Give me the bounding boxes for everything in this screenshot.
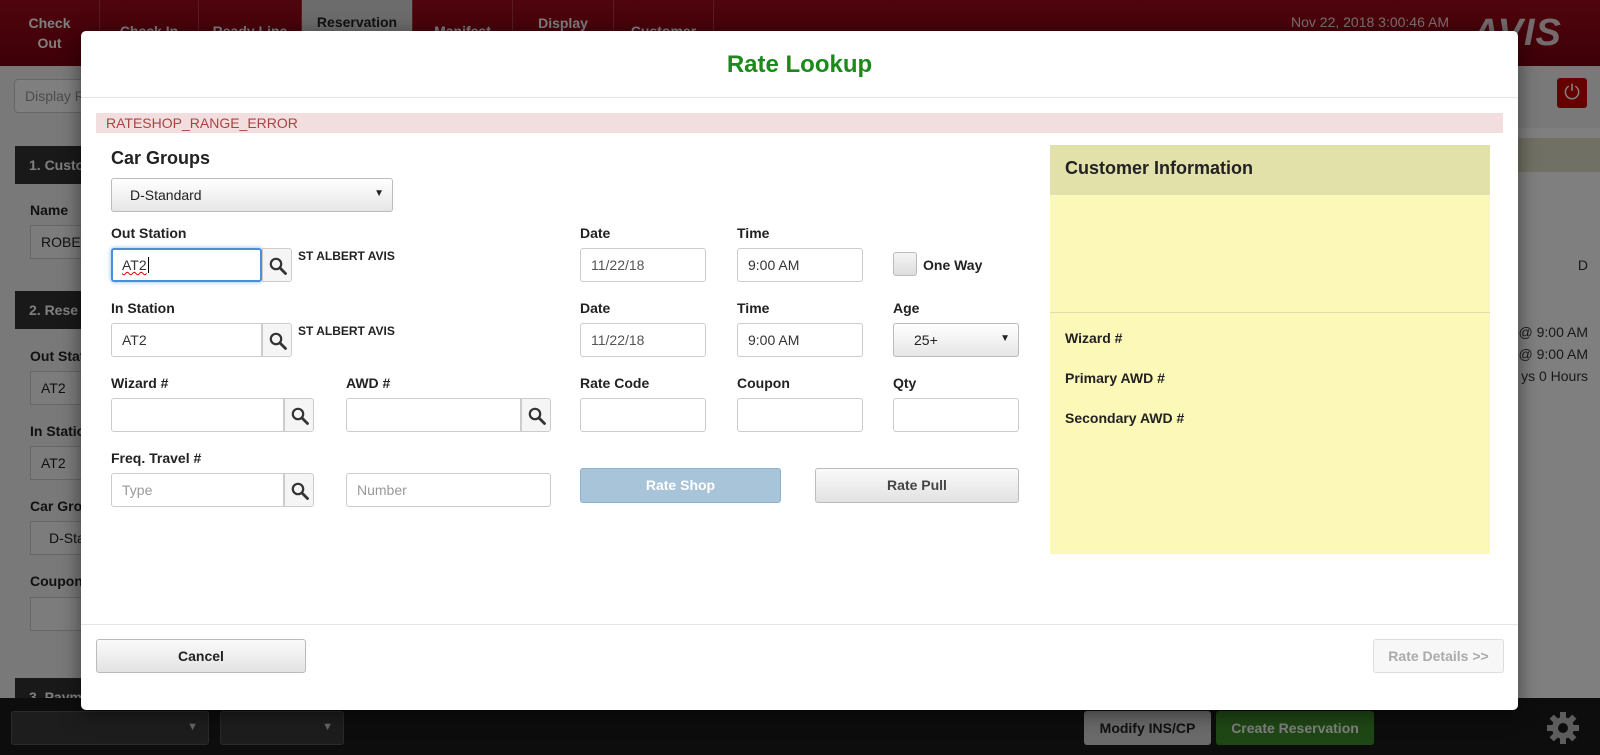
- freq-travel-label: Freq. Travel #: [111, 450, 202, 466]
- out-date-label: Date: [580, 225, 611, 241]
- customer-secondary-awd-label: Secondary AWD #: [1065, 410, 1185, 426]
- chevron-down-icon: ▼: [374, 188, 384, 199]
- in-station-name: ST ALBERT AVIS: [298, 324, 395, 338]
- out-date-input[interactable]: 11/22/18: [580, 248, 706, 282]
- in-date-label: Date: [580, 300, 611, 316]
- rate-pull-button[interactable]: Rate Pull: [815, 468, 1019, 503]
- search-icon: [269, 332, 287, 350]
- in-station-search-button[interactable]: [262, 323, 292, 357]
- out-station-value: AT2: [122, 257, 147, 273]
- wizard-search-button[interactable]: [284, 398, 314, 432]
- customer-information-panel: Customer Information Wizard # Primary AW…: [1050, 145, 1490, 554]
- coupon-label: Coupon: [737, 375, 790, 391]
- out-time-label: Time: [737, 225, 770, 241]
- rate-code-label: Rate Code: [580, 375, 650, 391]
- out-station-search-button[interactable]: [262, 248, 292, 282]
- out-station-name: ST ALBERT AVIS: [298, 249, 395, 263]
- in-time-input[interactable]: 9:00 AM: [737, 323, 863, 357]
- customer-primary-awd-label: Primary AWD #: [1065, 370, 1165, 386]
- modal-title: Rate Lookup: [726, 51, 873, 78]
- freq-travel-search-button[interactable]: [284, 473, 314, 507]
- awd-input[interactable]: [346, 398, 521, 432]
- rate-code-input[interactable]: [580, 398, 706, 432]
- freq-travel-number-input[interactable]: Number: [346, 473, 551, 507]
- cancel-button[interactable]: Cancel: [96, 639, 306, 673]
- search-icon: [528, 407, 546, 425]
- one-way-label: One Way: [923, 257, 983, 273]
- rate-details-button[interactable]: Rate Details >>: [1373, 639, 1504, 673]
- qty-label: Qty: [893, 375, 917, 391]
- one-way-checkbox[interactable]: [893, 252, 917, 276]
- in-station-input[interactable]: AT2: [111, 323, 262, 357]
- customer-information-title: Customer Information: [1050, 145, 1490, 195]
- awd-label: AWD #: [346, 375, 391, 391]
- search-icon: [291, 482, 309, 500]
- freq-travel-type-input[interactable]: Type: [111, 473, 284, 507]
- age-label: Age: [893, 300, 920, 316]
- customer-wizard-label: Wizard #: [1065, 330, 1123, 346]
- search-icon: [269, 257, 287, 275]
- coupon-input[interactable]: [737, 398, 863, 432]
- rate-shop-button[interactable]: Rate Shop: [580, 468, 781, 503]
- search-icon: [291, 407, 309, 425]
- customer-info-divider: [1050, 312, 1490, 313]
- qty-input[interactable]: [893, 398, 1019, 432]
- car-groups-label: Car Groups: [111, 148, 211, 168]
- chevron-down-icon: ▼: [1000, 333, 1010, 344]
- wizard-label: Wizard #: [111, 375, 169, 391]
- out-station-label: Out Station: [111, 225, 187, 241]
- age-select[interactable]: 25+ ▼: [893, 323, 1019, 357]
- wizard-input[interactable]: [111, 398, 284, 432]
- car-groups-select[interactable]: D-Standard ▼: [111, 178, 393, 212]
- modal-footer-divider: [81, 624, 1518, 625]
- in-station-label: In Station: [111, 300, 175, 316]
- out-time-input[interactable]: 9:00 AM: [737, 248, 863, 282]
- in-date-input[interactable]: 11/22/18: [580, 323, 706, 357]
- age-value: 25+: [914, 332, 938, 348]
- in-time-label: Time: [737, 300, 770, 316]
- awd-search-button[interactable]: [521, 398, 551, 432]
- modal-header-divider: [81, 97, 1518, 98]
- car-groups-value: D-Standard: [130, 187, 202, 203]
- out-station-input[interactable]: AT2: [111, 248, 262, 282]
- rate-lookup-modal: Rate Lookup RATESHOP_RANGE_ERROR Car Gro…: [81, 31, 1518, 710]
- error-message: RATESHOP_RANGE_ERROR: [96, 113, 1503, 133]
